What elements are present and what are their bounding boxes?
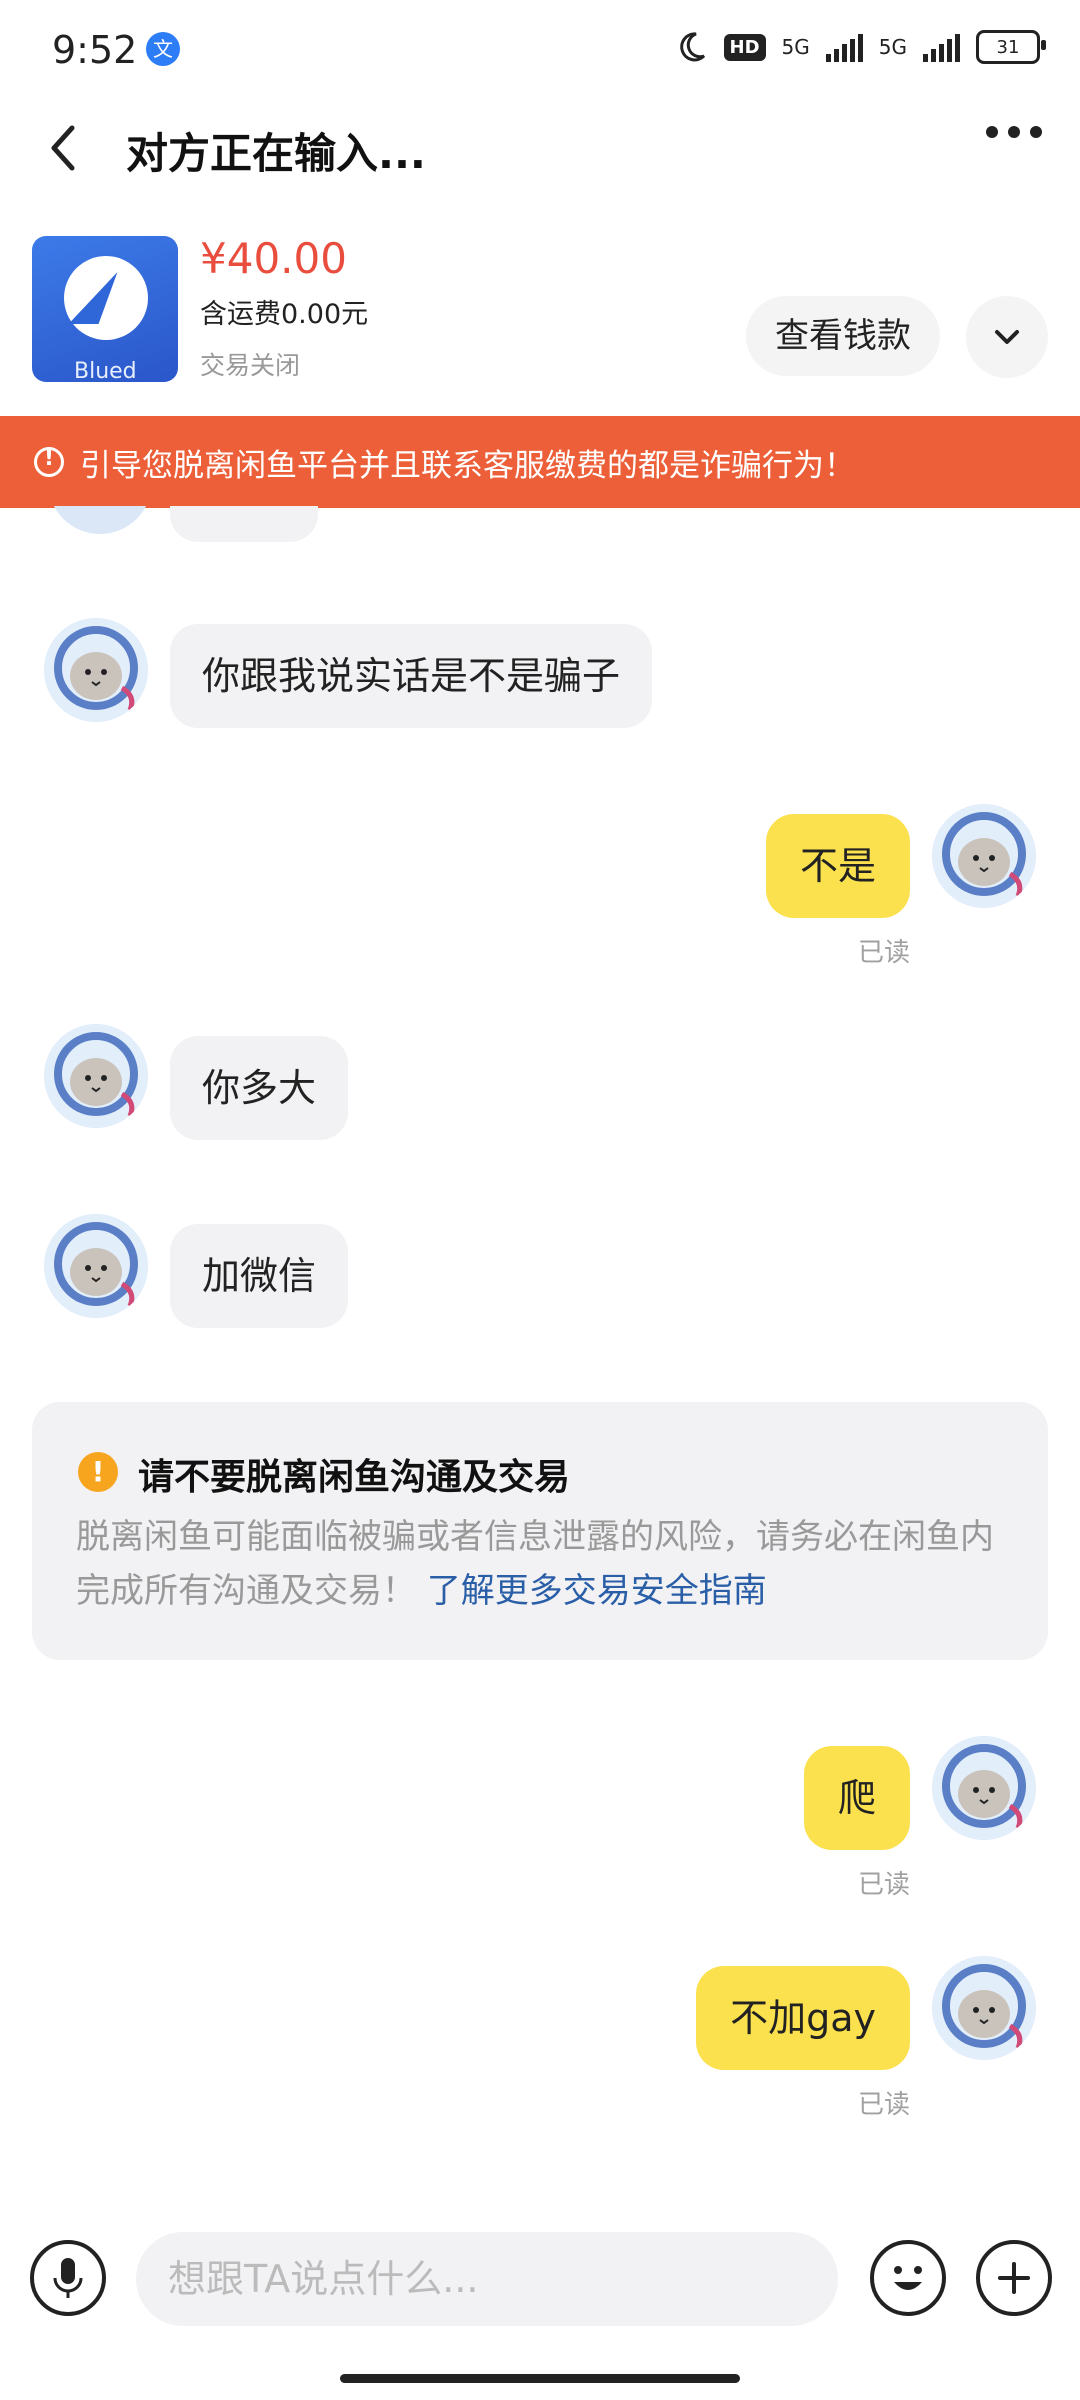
cat-avatar-icon	[932, 1736, 1036, 1840]
plus-icon	[998, 2262, 1030, 2294]
emoji-button[interactable]	[870, 2240, 946, 2316]
product-image-label: Blued	[74, 359, 137, 382]
cat-avatar-icon	[44, 1214, 148, 1318]
home-indicator[interactable]	[340, 2374, 740, 2383]
more-options-icon[interactable]	[986, 126, 1042, 138]
network-label-1: 5G	[781, 35, 810, 59]
banner-text: 引导您脱离闲鱼平台并且联系客服缴费的都是诈骗行为！	[80, 447, 855, 484]
message-bubble-mine[interactable]: 不加gay	[696, 1966, 910, 2070]
battery-level: 31	[996, 36, 1020, 58]
battery-icon: 31	[976, 30, 1046, 64]
read-status: 已读	[857, 1870, 910, 1900]
other-avatar[interactable]	[44, 1024, 148, 1128]
microphone-icon	[53, 2258, 83, 2298]
transaction-status: 交易关闭	[200, 351, 301, 380]
more-actions-button[interactable]	[976, 2240, 1052, 2316]
product-price: ¥40.00	[200, 234, 347, 283]
notification-icon: 文	[146, 32, 180, 66]
read-status: 已读	[857, 938, 910, 968]
alert-icon	[34, 446, 64, 477]
message-bubble[interactable]: 你多大	[170, 1036, 349, 1140]
message-bubble-partial	[170, 506, 318, 542]
my-avatar[interactable]	[932, 1736, 1036, 1840]
smiley-icon	[894, 2266, 922, 2290]
page-title: 对方正在输入...	[126, 129, 426, 178]
message-bubble-mine[interactable]: 爬	[803, 1746, 910, 1850]
chevron-down-icon	[995, 330, 1019, 344]
status-icons: HD 5G 5G 31	[674, 30, 1046, 64]
signal-icon	[825, 32, 863, 62]
voice-button[interactable]	[30, 2240, 106, 2316]
warning-icon: !	[78, 1452, 118, 1492]
message-bubble[interactable]: 你跟我说实话是不是骗子	[170, 624, 653, 728]
moon-icon	[679, 32, 705, 62]
avatar-partial	[48, 506, 152, 534]
message-input[interactable]: 想跟TA说点什么...	[136, 2232, 838, 2326]
hd-icon: HD	[723, 33, 766, 61]
cat-avatar-icon	[932, 804, 1036, 908]
notice-body: 脱离闲鱼可能面临被骗或者信息泄露的风险，请务必在闲鱼内完成所有沟通及交易！ 了解…	[76, 1510, 1026, 1618]
product-image[interactable]: Blued	[32, 236, 178, 382]
network-label-2: 5G	[878, 35, 907, 59]
fraud-warning-banner: 引导您脱离闲鱼平台并且联系客服缴费的都是诈骗行为！	[0, 416, 1080, 508]
cat-avatar-icon	[44, 618, 148, 722]
status-bar: 9:52 文 HD 5G 5G 31	[0, 0, 1080, 100]
cat-avatar-icon	[44, 1024, 148, 1128]
message-bubble-mine[interactable]: 不是	[765, 814, 910, 918]
other-avatar[interactable]	[44, 1214, 148, 1318]
expand-button[interactable]	[966, 296, 1048, 378]
back-icon[interactable]	[40, 118, 90, 178]
my-avatar[interactable]	[932, 1956, 1036, 2060]
product-shipping: 含运费0.00元	[200, 299, 369, 330]
cat-avatar-icon	[932, 1956, 1036, 2060]
my-avatar[interactable]	[932, 804, 1036, 908]
read-status: 已读	[857, 2090, 910, 2120]
message-bubble[interactable]: 加微信	[170, 1224, 349, 1328]
view-money-button[interactable]: 查看钱款	[746, 296, 940, 376]
notice-title: 请不要脱离闲鱼沟通及交易	[138, 1457, 571, 1498]
signal-icon-2	[923, 32, 960, 62]
status-time: 9:52	[52, 28, 138, 72]
other-avatar[interactable]	[44, 618, 148, 722]
safety-guide-link[interactable]: 了解更多交易安全指南	[427, 1571, 767, 1611]
safety-notice-card: ! 请不要脱离闲鱼沟通及交易 脱离闲鱼可能面临被骗或者信息泄露的风险，请务必在闲…	[32, 1402, 1048, 1660]
